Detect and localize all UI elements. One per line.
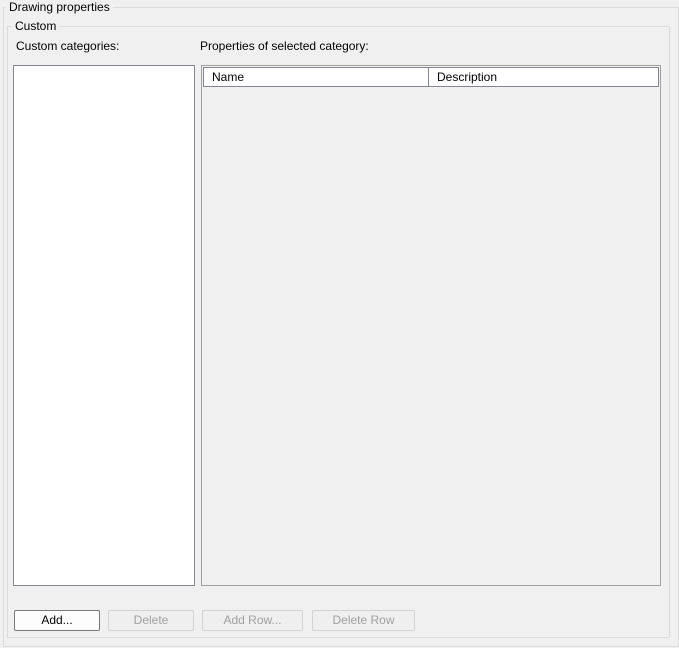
custom-categories-label: Custom categories: [16,39,120,53]
delete-row-button[interactable]: Delete Row [312,610,415,631]
delete-category-button[interactable]: Delete [108,610,194,631]
column-header-description[interactable]: Description [429,68,658,86]
custom-categories-list[interactable] [13,65,195,586]
column-header-name[interactable]: Name [204,68,429,86]
properties-of-selected-category-label: Properties of selected category: [200,39,369,53]
properties-grid[interactable]: Name Description [201,65,661,586]
drawing-properties-title: Drawing properties [6,0,113,14]
add-row-button[interactable]: Add Row... [202,610,303,631]
custom-group-title: Custom [12,19,60,33]
grid-header: Name Description [203,67,659,87]
add-category-button[interactable]: Add... [14,610,100,631]
